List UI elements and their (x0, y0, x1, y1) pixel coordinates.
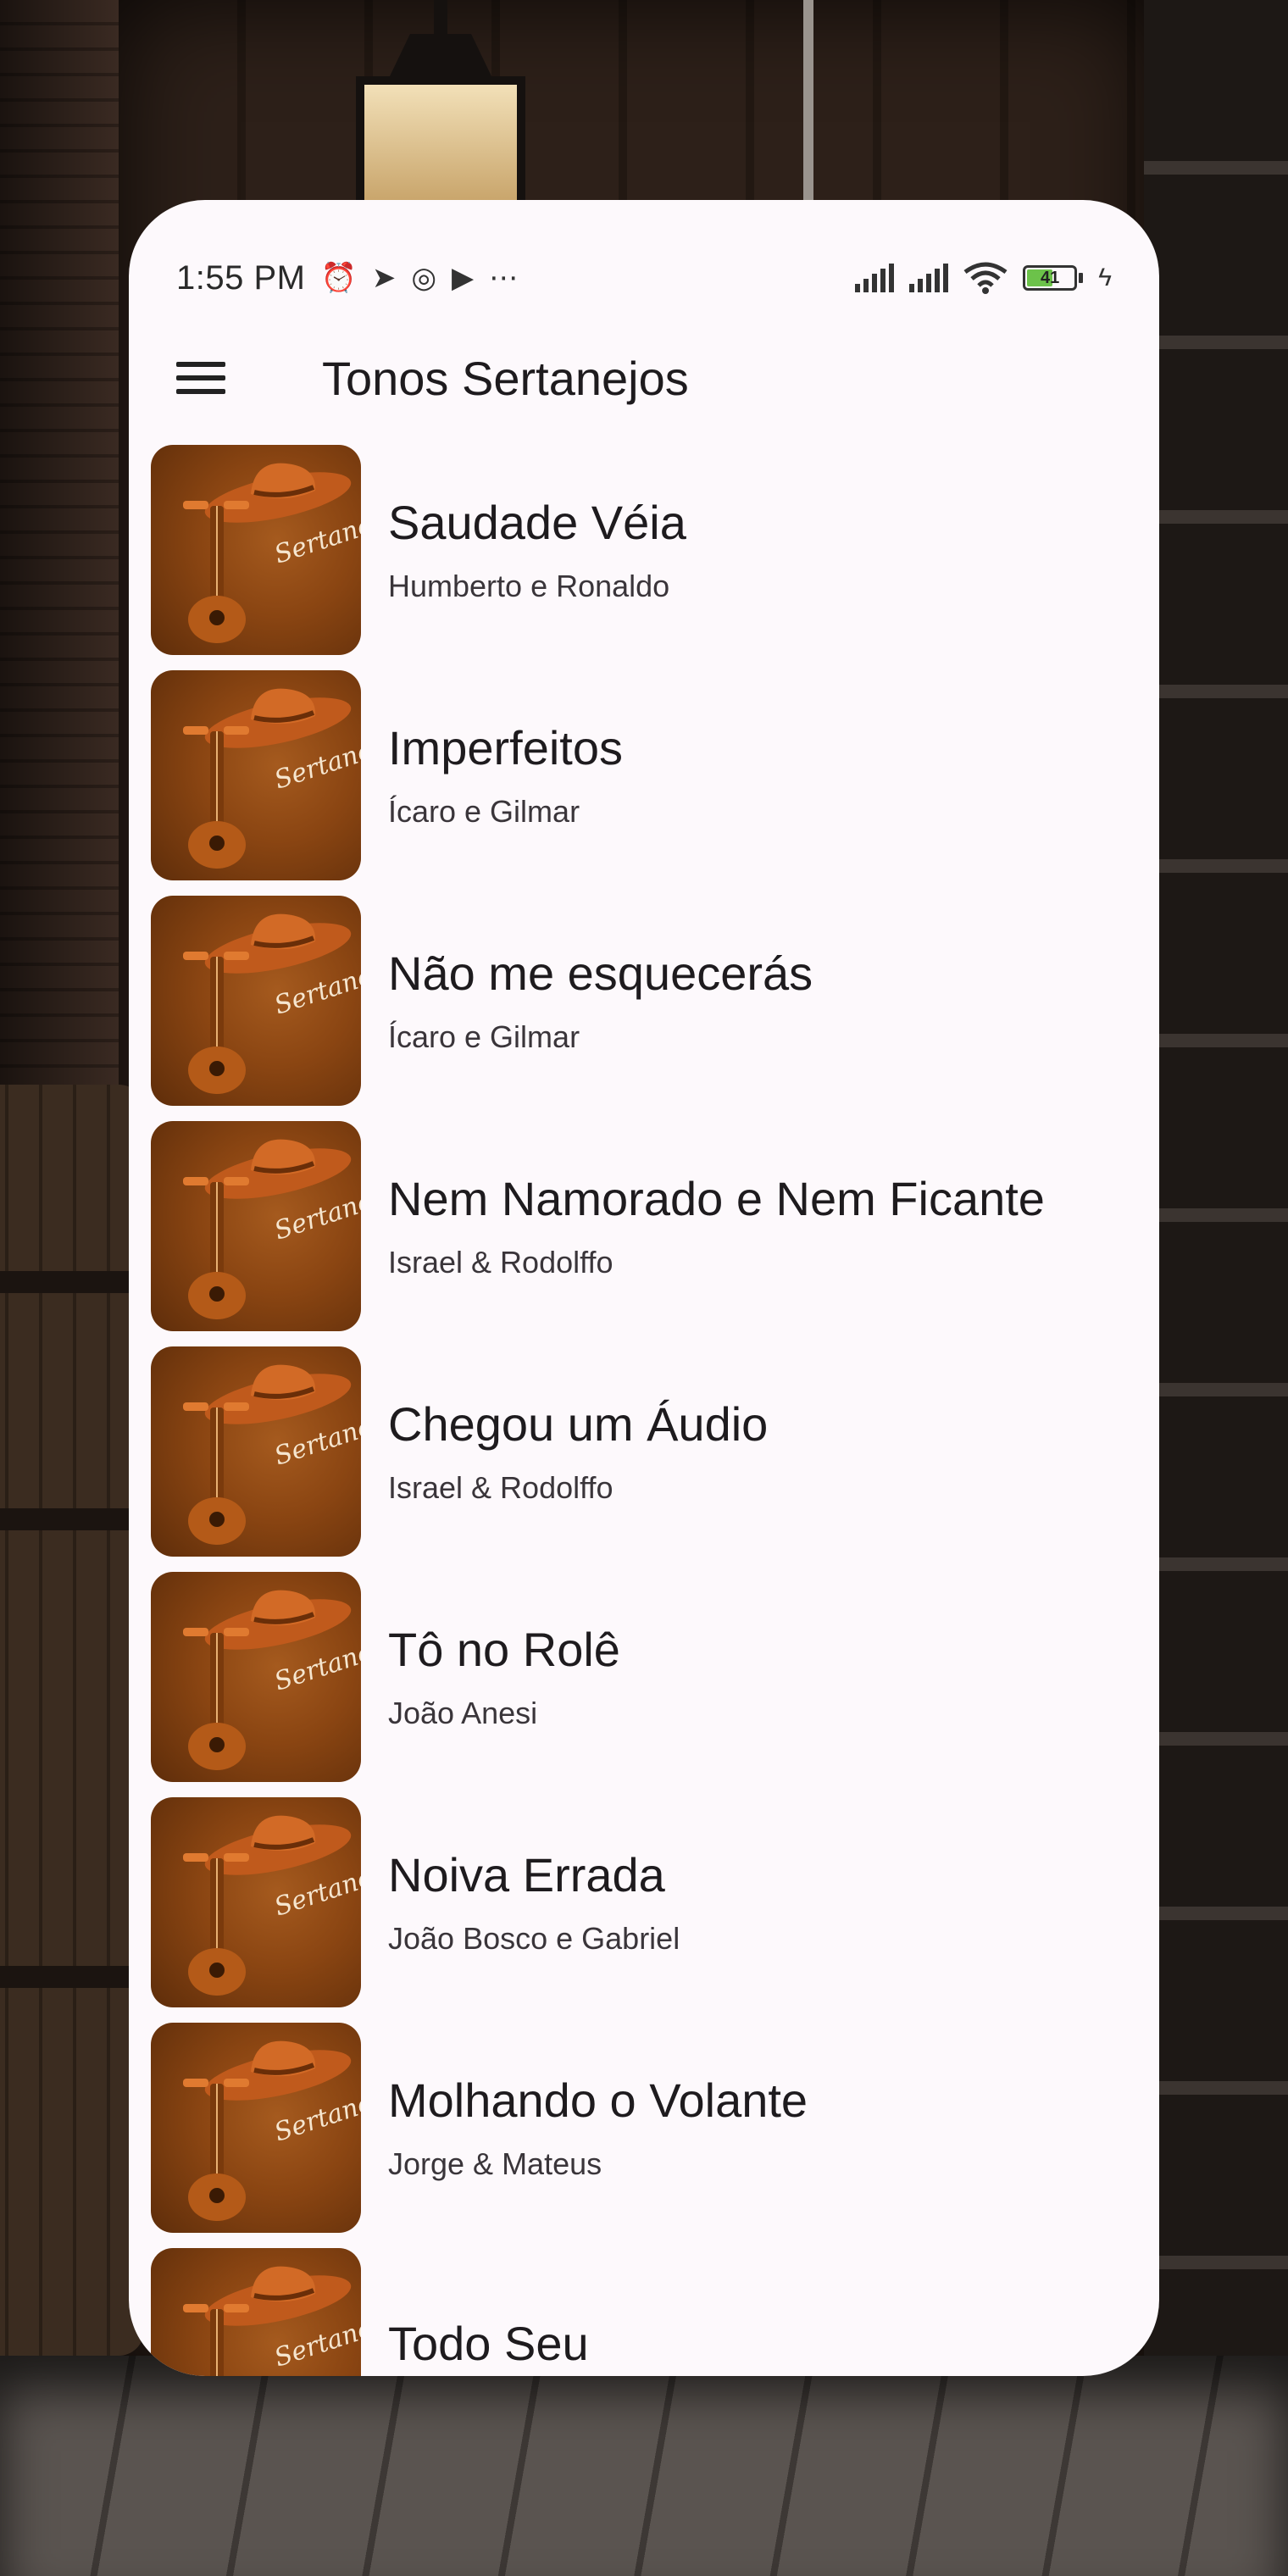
signal-icon (909, 264, 949, 292)
wifi-icon (963, 262, 1008, 294)
song-title: Imperfeitos (388, 720, 623, 774)
battery-icon: 41 (1023, 265, 1084, 291)
barrel-band (0, 1966, 144, 1988)
song-list-item[interactable]: Sertaneja Noiva Errada João Bosco e Gabr… (129, 1790, 1159, 2015)
song-list-item[interactable]: Sertaneja Imperfeitos Ícaro e Gilmar (129, 663, 1159, 888)
song-list-item[interactable]: Sertaneja Nem Namorado e Nem Ficante Isr… (129, 1113, 1159, 1339)
song-artist: João Anesi (388, 1696, 538, 1731)
song-list-item[interactable]: Sertaneja Tô no Rolê João Anesi (129, 1564, 1159, 1790)
song-thumbnail: Sertaneja (151, 445, 361, 655)
song-artist: João Bosco e Gabriel (388, 1921, 680, 1957)
song-artist: Ícaro e Gilmar (388, 794, 580, 830)
song-title: Todo Seu (388, 2316, 589, 2370)
song-thumbnail: Sertaneja (151, 670, 361, 880)
signal-icon (855, 264, 895, 292)
battery-level: 41 (1040, 269, 1060, 287)
background-floor (0, 2356, 1288, 2576)
charging-icon: ϟ (1098, 264, 1112, 291)
app-bar: Tonos Sertanejos (129, 319, 1159, 437)
song-artist: Jorge & Mateus (388, 2146, 602, 2182)
status-time: 1:55 PM (176, 258, 306, 297)
telegram-icon: ➤ (371, 262, 397, 294)
more-dots-icon: ⋯ (489, 262, 519, 294)
song-title: Tô no Rolê (388, 1622, 620, 1676)
song-title: Nem Namorado e Nem Ficante (388, 1171, 1045, 1225)
song-title: Chegou um Áudio (388, 1396, 769, 1451)
page-title: Tonos Sertanejos (322, 351, 689, 405)
status-bar: 1:55 PM ⏰ ➤ ◎ ▶ ⋯ 41 ϟ (129, 200, 1159, 319)
song-artist: Ícaro e Gilmar (388, 1019, 580, 1055)
song-thumbnail: Sertaneja (151, 1572, 361, 1782)
play-store-icon: ▶ (451, 262, 475, 294)
song-thumbnail: Sertaneja (151, 1121, 361, 1331)
song-list-item[interactable]: Sertaneja Chegou um Áudio Israel & Rodol… (129, 1339, 1159, 1564)
background-pole (803, 0, 813, 203)
song-list-item[interactable]: Sertaneja Molhando o Volante Jorge & Mat… (129, 2015, 1159, 2240)
background-lamp (339, 0, 542, 212)
song-list-item[interactable]: Sertaneja Não me esquecerás Ícaro e Gilm… (129, 888, 1159, 1113)
song-list-item[interactable]: Sertaneja Todo Seu (129, 2240, 1159, 2376)
song-title: Noiva Errada (388, 1847, 665, 1901)
song-thumbnail: Sertaneja (151, 896, 361, 1106)
barrel-band (0, 1508, 144, 1530)
song-thumbnail: Sertaneja (151, 2248, 361, 2376)
song-thumbnail: Sertaneja (151, 2023, 361, 2233)
song-artist: Humberto e Ronaldo (388, 569, 670, 604)
song-artist: Israel & Rodolffo (388, 1470, 613, 1506)
song-thumbnail: Sertaneja (151, 1797, 361, 2007)
song-list: Sertaneja Saudade Véia Humberto e Ronald… (129, 437, 1159, 2376)
hamburger-menu-icon[interactable] (176, 351, 230, 405)
song-title: Não me esquecerás (388, 946, 813, 1000)
song-artist: Israel & Rodolffo (388, 1245, 613, 1280)
barrel-band (0, 1271, 144, 1293)
song-thumbnail: Sertaneja (151, 1346, 361, 1557)
alarm-icon: ⏰ (320, 262, 357, 294)
song-title: Molhando o Volante (388, 2073, 808, 2127)
song-title: Saudade Véia (388, 495, 686, 549)
song-list-item[interactable]: Sertaneja Saudade Véia Humberto e Ronald… (129, 437, 1159, 663)
instagram-icon: ◎ (411, 262, 436, 294)
phone-screen: 1:55 PM ⏰ ➤ ◎ ▶ ⋯ 41 ϟ Tonos Sertanejos … (129, 200, 1159, 2376)
background-stairs (1144, 0, 1288, 2576)
